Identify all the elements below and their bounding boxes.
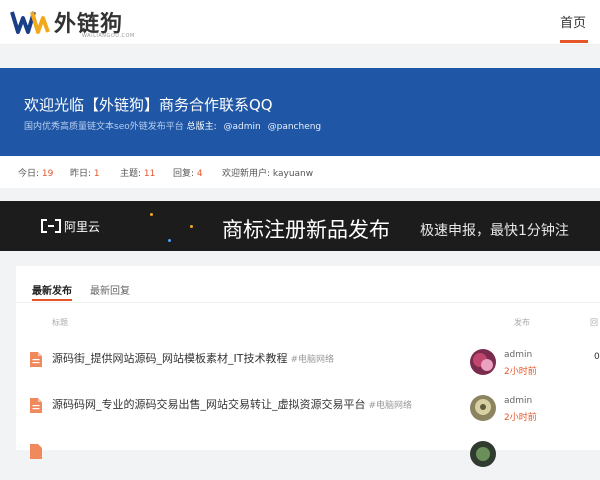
moderators-label: 总版主: [186,122,217,132]
thread-time: 2小时前 [504,367,537,377]
document-icon [30,444,42,459]
thread-title[interactable]: 源码码网_专业的源码交易出售_网站交易转让_虚拟资源交易平台 #电脑网络 [52,398,472,413]
thread-category-tag[interactable]: #电脑网络 [369,401,413,411]
stat-replies-label: 回复: [173,169,195,179]
thread-title[interactable]: 源码街_提供网站源码_网站模板素材_IT技术教程 #电脑网络 [52,352,472,367]
stat-today-value: 19 [41,169,54,179]
avatar-image [470,349,496,375]
avatar[interactable] [470,349,496,375]
thread-title-text[interactable]: 源码街_提供网站源码_网站模板素材_IT技术教程 [52,352,287,365]
stat-topics: 主题: 11 [120,166,155,179]
stat-topics-label: 主题: [120,169,142,179]
stat-today: 今日: 19 [18,166,53,179]
avatar[interactable] [470,441,496,467]
stat-newest-label: 欢迎新用户: [222,169,271,179]
column-header-reply: 回 [590,318,598,327]
banner-subtitle: 国内优秀高质量链文本seo外链发布平台 总版主: @admin @panchen… [24,119,321,132]
thread-list-panel: 最新发布 最新回复 标题 发布 回 源码街_提供网站源码_网站模板素材_IT技术… [16,266,600,467]
moderator-link-admin[interactable]: @admin [224,122,261,132]
thread-row[interactable] [16,434,600,480]
nav-home-link[interactable]: 首页 [560,12,586,31]
avatar-image [470,395,496,421]
thread-time: 2小时前 [504,413,537,423]
document-icon [30,398,42,413]
stat-topics-value: 11 [143,169,156,179]
logo-domain: WAILIANGOU.COM [82,33,135,39]
stat-yesterday: 昨日: 1 [70,166,100,179]
ad-decor-dot [190,225,193,228]
forum-stats-bar: 今日: 19 昨日: 1 主题: 11 回复: 4 欢迎新用户: kayuanw [0,156,600,188]
ad-brand: 阿里云 [64,220,101,234]
thread-category-tag[interactable]: #电脑网络 [290,355,334,365]
column-header-title: 标题 [52,318,68,327]
top-header: 外链狗 WAILIANGOU.COM 首页 [0,0,600,45]
thread-author[interactable]: admin [504,350,532,360]
ad-headline: 商标注册新品发布 [222,218,390,242]
stat-replies: 回复: 4 [173,166,203,179]
thread-tabs: 最新发布 最新回复 [16,266,600,303]
tab-latest-replies[interactable]: 最新回复 [90,282,130,297]
thread-reply-count: 0 [594,352,600,362]
banner-description: 国内优秀高质量链文本seo外链发布平台 [24,122,184,132]
nav-active-indicator [560,40,588,43]
stat-newest-user: 欢迎新用户: kayuanw [222,166,313,179]
thread-author[interactable]: admin [504,396,532,406]
ad-decor-dot [150,213,153,216]
banner-title: 欢迎光临【外链狗】商务合作联系QQ [24,96,273,114]
ad-tagline: 极速申报，最快1分钟注 [420,223,569,239]
avatar[interactable] [470,395,496,421]
thread-title-text[interactable]: 源码码网_专业的源码交易出售_网站交易转让_虚拟资源交易平台 [52,398,366,411]
aliyun-logo-icon [41,219,61,233]
ad-banner[interactable]: 阿里云 商标注册新品发布 极速申报，最快1分钟注 [0,201,600,251]
forum-banner: 欢迎光临【外链狗】商务合作联系QQ 国内优秀高质量链文本seo外链发布平台 总版… [0,68,600,156]
ad-decor-dot [168,239,171,242]
column-header-publish: 发布 [514,318,530,327]
stat-replies-value: 4 [196,169,203,179]
thread-row[interactable]: 源码码网_专业的源码交易出售_网站交易转让_虚拟资源交易平台 #电脑网络 admi… [16,388,600,434]
tab-active-indicator [32,299,72,301]
thread-row[interactable]: 源码街_提供网站源码_网站模板素材_IT技术教程 #电脑网络 admin 2小时前… [16,342,600,388]
stat-yesterday-label: 昨日: [70,169,92,179]
document-icon [30,352,42,367]
avatar-image [470,441,496,467]
tab-latest-posts[interactable]: 最新发布 [32,282,72,297]
newest-user-link[interactable]: kayuanw [273,169,313,179]
stat-yesterday-value: 1 [93,169,100,179]
moderator-link-pancheng[interactable]: @pancheng [268,122,322,132]
stat-today-label: 今日: [18,169,40,179]
logo-w-icon [10,11,50,34]
